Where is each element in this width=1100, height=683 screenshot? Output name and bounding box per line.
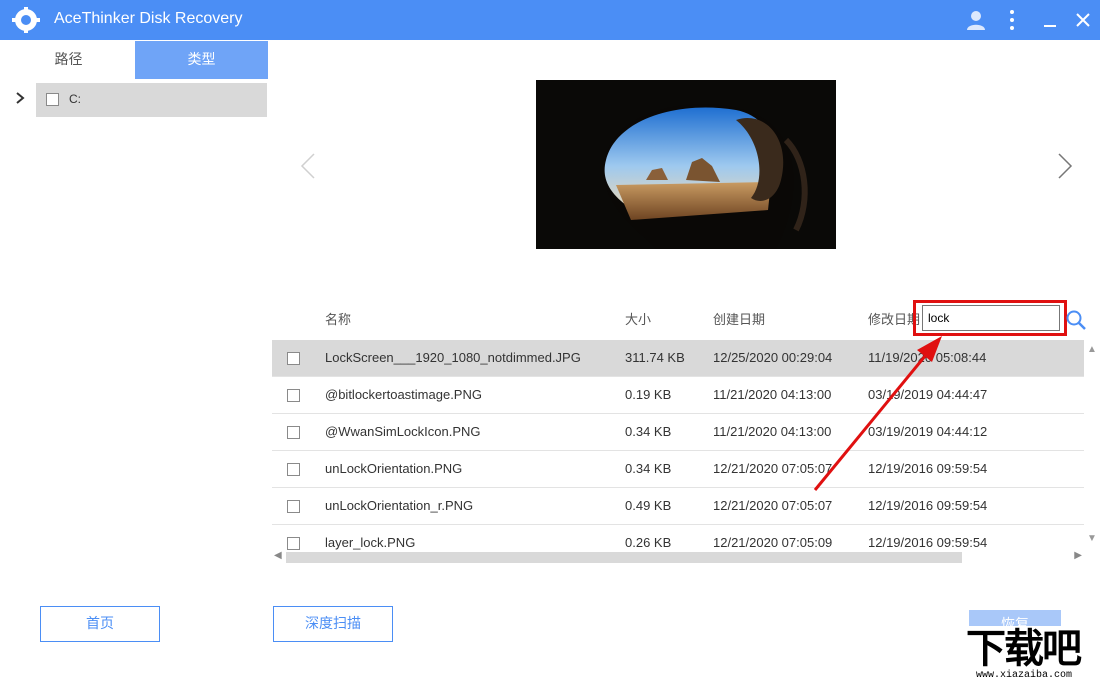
- file-name: @bitlockertoastimage.PNG: [325, 387, 482, 402]
- user-icon[interactable]: [964, 8, 988, 32]
- file-modified: 03/19/2019 04:44:12: [868, 424, 988, 439]
- file-created: 11/21/2020 04:13:00: [713, 424, 832, 439]
- deep-scan-button[interactable]: 深度扫描: [273, 606, 393, 642]
- file-name: unLockOrientation.PNG: [325, 461, 463, 476]
- file-table: LockScreen___1920_1080_notdimmed.JPG 311…: [272, 340, 1084, 550]
- file-name: LockScreen___1920_1080_notdimmed.JPG: [325, 350, 581, 365]
- file-name: layer_lock.PNG: [325, 535, 416, 550]
- drive-label: C:: [69, 92, 81, 106]
- file-created: 12/21/2020 07:05:07: [713, 461, 833, 476]
- search-icon[interactable]: [1065, 309, 1087, 331]
- file-name: @WwanSimLockIcon.PNG: [325, 424, 481, 439]
- row-checkbox[interactable]: [287, 500, 300, 513]
- watermark-logo: 下载吧 www.xiazaiba.com: [962, 626, 1100, 683]
- row-checkbox[interactable]: [287, 463, 300, 476]
- preview-image: [536, 80, 836, 249]
- column-header-name[interactable]: 名称: [325, 309, 351, 328]
- row-checkbox[interactable]: [287, 537, 300, 550]
- row-checkbox[interactable]: [287, 352, 300, 365]
- file-size: 311.74 KB: [625, 350, 685, 365]
- next-arrow-icon[interactable]: [1055, 150, 1075, 182]
- tab-path[interactable]: 路径: [2, 41, 135, 79]
- table-row[interactable]: unLockOrientation_r.PNG 0.49 KB 12/21/20…: [272, 488, 1084, 525]
- drive-checkbox[interactable]: [46, 93, 59, 106]
- tab-type[interactable]: 类型: [135, 41, 268, 79]
- scroll-left-arrow-icon[interactable]: ◀: [274, 550, 282, 561]
- file-modified: 12/19/2016 09:59:54: [868, 535, 988, 550]
- app-title: AceThinker Disk Recovery: [54, 10, 243, 27]
- file-size: 0.34 KB: [625, 461, 672, 476]
- file-modified: 12/19/2016 09:59:54: [868, 498, 988, 513]
- scroll-down-arrow-icon[interactable]: ▼: [1086, 533, 1098, 545]
- file-size: 0.49 KB: [625, 498, 672, 513]
- file-size: 0.26 KB: [625, 535, 672, 550]
- previous-arrow-icon[interactable]: [298, 150, 318, 182]
- row-checkbox[interactable]: [287, 426, 300, 439]
- minimize-icon[interactable]: [1038, 8, 1062, 32]
- table-row[interactable]: @bitlockertoastimage.PNG 0.19 KB 11/21/2…: [272, 377, 1084, 414]
- home-button[interactable]: 首页: [40, 606, 160, 642]
- table-row[interactable]: LockScreen___1920_1080_notdimmed.JPG 311…: [272, 340, 1084, 377]
- file-modified: 11/19/2020 05:08:44: [868, 350, 987, 365]
- table-row[interactable]: layer_lock.PNG 0.26 KB 12/21/2020 07:05:…: [272, 525, 1084, 550]
- horizontal-scrollbar[interactable]: ◀ ▶: [272, 550, 1084, 565]
- file-created: 12/25/2020 00:29:04: [713, 350, 833, 365]
- title-bar: AceThinker Disk Recovery: [0, 0, 1100, 40]
- tree-item-drive[interactable]: C:: [36, 83, 267, 117]
- scroll-right-arrow-icon[interactable]: ▶: [1074, 550, 1082, 561]
- scrollbar-thumb[interactable]: [286, 552, 962, 563]
- file-size: 0.34 KB: [625, 424, 672, 439]
- file-created: 12/21/2020 07:05:07: [713, 498, 833, 513]
- watermark-main-text: 下载吧: [966, 626, 1082, 672]
- close-icon[interactable]: [1071, 8, 1095, 32]
- more-menu-icon[interactable]: [1000, 8, 1024, 32]
- file-modified: 03/19/2019 04:44:47: [868, 387, 988, 402]
- column-header-created[interactable]: 创建日期: [713, 309, 765, 328]
- table-row[interactable]: unLockOrientation.PNG 0.34 KB 12/21/2020…: [272, 451, 1084, 488]
- app-logo-icon: [12, 7, 40, 33]
- file-name: unLockOrientation_r.PNG: [325, 498, 474, 513]
- file-created: 12/21/2020 07:05:09: [713, 535, 833, 550]
- scroll-up-arrow-icon[interactable]: ▲: [1086, 344, 1098, 356]
- left-panel: 路径 类型 C:: [0, 40, 270, 540]
- file-size: 0.19 KB: [625, 387, 672, 402]
- file-modified: 12/19/2016 09:59:54: [868, 461, 988, 476]
- file-created: 11/21/2020 04:13:00: [713, 387, 832, 402]
- row-checkbox[interactable]: [287, 389, 300, 402]
- chevron-right-icon[interactable]: [14, 91, 26, 105]
- table-row[interactable]: @WwanSimLockIcon.PNG 0.34 KB 11/21/2020 …: [272, 414, 1084, 451]
- search-highlight-box: [913, 300, 1067, 336]
- column-header-size[interactable]: 大小: [625, 309, 651, 328]
- watermark-url: www.xiazaiba.com: [976, 670, 1073, 681]
